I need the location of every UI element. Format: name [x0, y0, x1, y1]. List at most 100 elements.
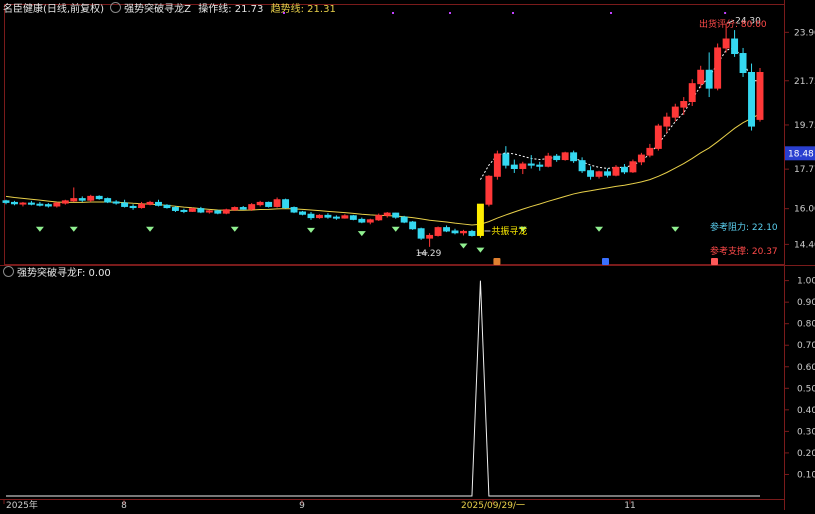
top-dot-marker: [724, 12, 727, 14]
candle-body: [332, 216, 340, 219]
candle-body: [663, 116, 671, 127]
top-dot-marker: [392, 12, 394, 14]
candle-body: [129, 205, 137, 209]
candle-body: [443, 227, 451, 232]
candle-body: [315, 214, 323, 219]
candle-body: [349, 215, 357, 220]
candle-body: [358, 218, 366, 223]
candle-body: [409, 221, 417, 230]
candle-body: [265, 201, 273, 207]
candle-body: [654, 125, 662, 149]
candle-body: [502, 153, 510, 166]
sub-indicator-name[interactable]: 强势突破寻龙F: [17, 268, 82, 279]
indicator-name[interactable]: 强势突破寻龙Z: [124, 4, 191, 15]
top-dot-marker: [610, 12, 612, 14]
candle-body: [536, 164, 544, 167]
event-marker: [493, 258, 501, 265]
support-label: 参考支撑: 20.37: [710, 247, 778, 257]
candle-body: [366, 219, 374, 223]
candle-body: [256, 201, 264, 206]
price-tick-label: 14.40: [794, 240, 815, 250]
candle-body: [544, 155, 552, 167]
candle-body: [19, 202, 27, 205]
candle-body: [273, 199, 281, 207]
candle-body: [688, 83, 696, 103]
candle-body: [731, 38, 739, 55]
main-header: 名臣健康(日线,前复权) 强势突破寻龙Z 操作线: 21.73 趋势线: 21.…: [3, 2, 336, 16]
sub-indicator-settings-icon[interactable]: [3, 266, 14, 277]
event-marker: [602, 258, 609, 265]
sub-tick-label: 0.50: [797, 384, 815, 394]
sub-tick-label: 0.80: [797, 320, 815, 330]
candle-body: [299, 211, 306, 215]
sub-tick-label: 0.30: [797, 427, 815, 437]
candle-body: [595, 171, 603, 177]
candle-body: [434, 227, 442, 236]
candle-body: [180, 209, 188, 212]
event-marker: [711, 258, 718, 265]
price-tick-label: 17.77: [794, 165, 815, 175]
candle-body: [341, 215, 349, 219]
candle-body: [553, 155, 561, 161]
indicator-settings-icon[interactable]: [110, 2, 122, 13]
buy-signal-triangle: [306, 227, 315, 233]
candle-body: [485, 175, 493, 205]
candle-body: [697, 69, 705, 85]
buy-signal-triangle: [459, 243, 468, 249]
low-price-label: 14.29: [416, 249, 442, 259]
sub-tick-label: 0.60: [797, 363, 815, 373]
current-price-label: 18.48: [788, 149, 814, 159]
candle-body: [104, 198, 112, 203]
buy-signal-triangle: [146, 226, 155, 232]
sub-header: 强势突破寻龙F: 0.00: [3, 266, 111, 280]
candle-body: [61, 200, 69, 204]
candle-body: [146, 201, 154, 205]
candle-body: [383, 212, 391, 216]
candle-body: [756, 72, 764, 120]
candle-body: [392, 212, 400, 218]
candle-body: [231, 207, 239, 211]
candle-body: [95, 195, 103, 200]
chart-canvas[interactable]: 24.3014.29共振寻龙 23.9021.7319.7517.7716.00…: [0, 0, 815, 511]
shipment-score-label: 出货评分: 80.00: [699, 20, 767, 30]
top-dot-marker: [512, 12, 514, 14]
candle-body: [2, 200, 10, 203]
date-label: 2025/09/29/一: [461, 501, 525, 510]
signal-label: 共振寻龙: [491, 225, 527, 237]
candle-body: [510, 164, 518, 169]
candle-body: [400, 216, 408, 223]
candle-body: [476, 203, 484, 236]
candle-body: [451, 230, 459, 234]
date-label: 9: [299, 501, 305, 510]
buy-signal-triangle: [595, 226, 604, 232]
candle-body: [307, 213, 315, 219]
buy-signal-triangle: [391, 226, 400, 232]
candle-body: [612, 166, 620, 176]
candle-body: [282, 199, 290, 209]
sub-tick-label: 0.70: [797, 341, 815, 351]
candle-body: [561, 152, 569, 161]
buy-signal-triangle: [671, 226, 680, 232]
candle-body: [646, 147, 654, 156]
sub-tick-label: 0.90: [797, 298, 815, 308]
candle-body: [714, 47, 722, 89]
candle-body: [197, 208, 205, 213]
candle-body: [604, 171, 611, 176]
stock-chart-window[interactable]: 24.3014.29共振寻龙 23.9021.7319.7517.7716.00…: [0, 0, 815, 511]
candle-body: [248, 204, 256, 210]
candle-body: [519, 163, 527, 169]
candle-body: [239, 207, 247, 210]
op-line-value: 21.73: [234, 4, 264, 15]
trend-line-value: 21.31: [307, 4, 336, 15]
candle-body: [620, 166, 628, 173]
candle-body: [527, 163, 535, 166]
sub-indicator-series: [6, 280, 760, 497]
candle-body: [578, 160, 586, 172]
stock-name[interactable]: 名臣健康(日线,前复权): [3, 4, 104, 15]
candle-body: [375, 214, 383, 221]
buy-signal-triangle: [357, 231, 366, 237]
candle-body: [748, 72, 755, 127]
buy-signal-triangle: [230, 226, 239, 232]
candle-body: [629, 161, 637, 173]
candle-body: [460, 230, 467, 234]
